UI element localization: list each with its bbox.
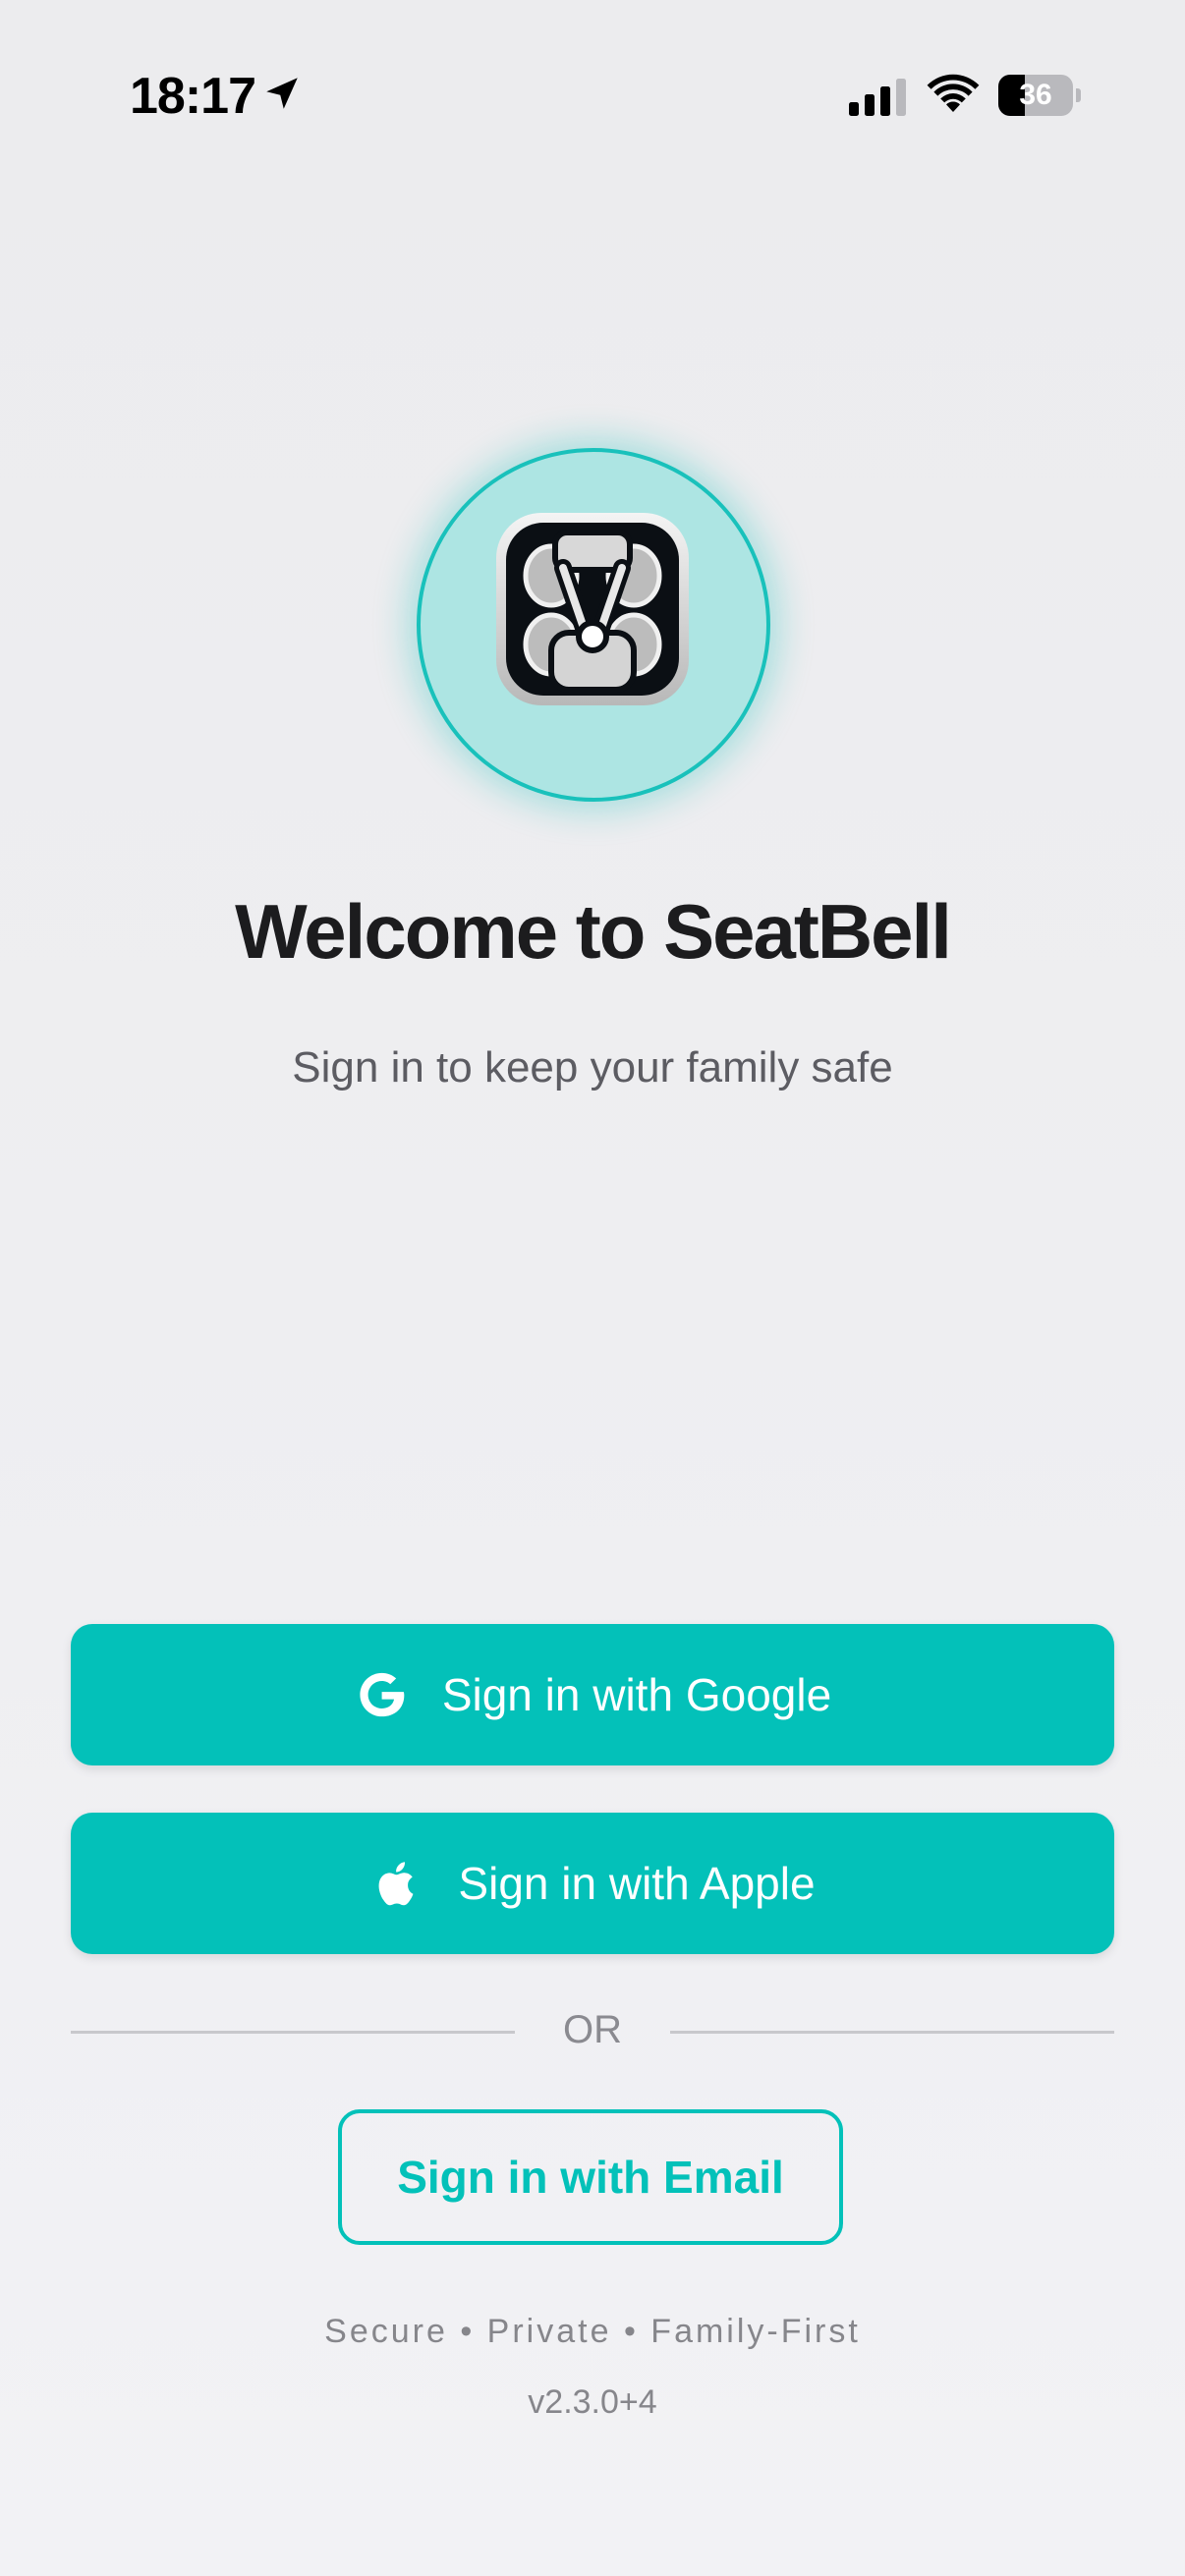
- apple-icon: [379, 1862, 414, 1906]
- divider-line-left: [71, 2031, 515, 2034]
- google-sign-in-button[interactable]: Sign in with Google: [71, 1624, 1114, 1765]
- battery-body: 36: [998, 75, 1073, 116]
- location-arrow-icon: [266, 78, 298, 109]
- page-title: Welcome to SeatBell: [235, 888, 952, 975]
- google-sign-in-label: Sign in with Google: [441, 1669, 832, 1720]
- page-subtitle: Sign in to keep your family safe: [292, 1043, 893, 1092]
- email-sign-in-label: Sign in with Email: [397, 2152, 784, 2203]
- wifi-icon: [927, 74, 980, 112]
- cellular-signal-icon: [849, 79, 906, 116]
- apple-sign-in-label: Sign in with Apple: [458, 1858, 816, 1909]
- apple-sign-in-button[interactable]: Sign in with Apple: [71, 1813, 1114, 1954]
- google-icon: [360, 1672, 405, 1717]
- footer-tagline: Secure • Private • Family-First: [324, 2313, 861, 2350]
- divider-line-right: [670, 2031, 1114, 2034]
- battery-cap: [1076, 88, 1081, 102]
- status-time: 18:17: [130, 68, 256, 125]
- battery-icon: 36: [998, 75, 1081, 116]
- car-seat-icon: [496, 513, 689, 705]
- email-sign-in-button[interactable]: Sign in with Email: [338, 2109, 843, 2245]
- divider-or-text: OR: [563, 2008, 622, 2051]
- battery-level: 36: [1019, 79, 1052, 111]
- app-version: v2.3.0+4: [528, 2383, 657, 2421]
- status-bar: 18:17 36: [0, 0, 1185, 187]
